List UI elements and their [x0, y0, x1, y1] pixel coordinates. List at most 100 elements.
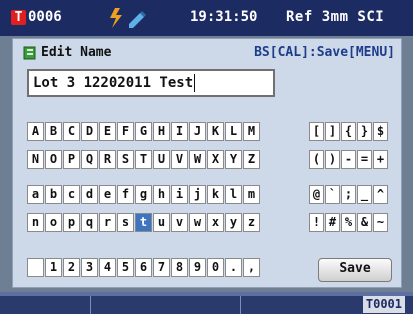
key-upper-row2[interactable]: N	[27, 150, 44, 169]
key-sym-row3[interactable]: @	[309, 185, 324, 204]
key-upper-row1[interactable]: I	[171, 122, 188, 141]
key-lower-row1[interactable]: k	[207, 185, 224, 204]
key-digits-row[interactable]: 5	[117, 258, 134, 277]
key-upper-row2[interactable]: P	[63, 150, 80, 169]
key-upper-row2[interactable]: R	[99, 150, 116, 169]
key-upper-row1[interactable]: F	[117, 122, 134, 141]
key-sym-row4[interactable]: !	[309, 213, 324, 232]
key-digits-row[interactable]: 6	[135, 258, 152, 277]
key-digits-row[interactable]: .	[225, 258, 242, 277]
key-upper-row1[interactable]: C	[63, 122, 80, 141]
key-upper-row2[interactable]: Y	[225, 150, 242, 169]
pencil-icon	[129, 11, 146, 28]
key-upper-row1[interactable]: D	[81, 122, 98, 141]
name-input[interactable]: Lot 3 12202011 Test	[27, 69, 275, 97]
key-lower-row1[interactable]: b	[45, 185, 62, 204]
key-sym-row3[interactable]: `	[325, 185, 340, 204]
key-upper-row2[interactable]: V	[171, 150, 188, 169]
status-bar: T 0006 19:31:50 Ref 3mm SCI	[0, 0, 413, 36]
key-upper-row1[interactable]: K	[207, 122, 224, 141]
key-upper-row2[interactable]: W	[189, 150, 206, 169]
key-digits-row[interactable]: ,	[243, 258, 260, 277]
key-sym-row4[interactable]: &	[357, 213, 372, 232]
key-upper-row1[interactable]: B	[45, 122, 62, 141]
key-lower-row1[interactable]: e	[99, 185, 116, 204]
key-sym-row2[interactable]: (	[309, 150, 324, 169]
key-lower-row2[interactable]: q	[81, 213, 98, 232]
key-lower-row1[interactable]: f	[117, 185, 134, 204]
key-digits-row[interactable]: 8	[171, 258, 188, 277]
key-hint: BS[CAL]:Save[MENU]	[254, 45, 395, 60]
key-lower-row2[interactable]: t	[135, 213, 152, 232]
key-sym-row1[interactable]: [	[309, 122, 324, 141]
key-sym-row2[interactable]: +	[373, 150, 388, 169]
key-lower-row2[interactable]: n	[27, 213, 44, 232]
key-lower-row1[interactable]: d	[81, 185, 98, 204]
key-upper-row2[interactable]: Z	[243, 150, 260, 169]
save-button[interactable]: Save	[318, 258, 392, 282]
key-upper-row2[interactable]: S	[117, 150, 134, 169]
key-lower-row1[interactable]: c	[63, 185, 80, 204]
key-upper-row2[interactable]: O	[45, 150, 62, 169]
key-lower-row1[interactable]: i	[171, 185, 188, 204]
key-lower-row1[interactable]: g	[135, 185, 152, 204]
key-sym-row3[interactable]: _	[357, 185, 372, 204]
key-upper-row2[interactable]: Q	[81, 150, 98, 169]
key-lower-row1[interactable]: l	[225, 185, 242, 204]
key-digits-row[interactable]: 9	[189, 258, 206, 277]
key-lower-row1[interactable]: h	[153, 185, 170, 204]
key-upper-row1[interactable]: L	[225, 122, 242, 141]
key-lower-row2[interactable]: p	[63, 213, 80, 232]
key-upper-row1[interactable]: E	[99, 122, 116, 141]
key-lower-row1[interactable]: m	[243, 185, 260, 204]
key-lower-row1[interactable]: a	[27, 185, 44, 204]
key-digits-row[interactable]: 0	[207, 258, 224, 277]
dialog-title: Edit Name	[23, 45, 111, 60]
key-digits-row[interactable]: 2	[63, 258, 80, 277]
key-sym-row2[interactable]: )	[325, 150, 340, 169]
key-digits-row[interactable]: 1	[45, 258, 62, 277]
key-lower-row2[interactable]: x	[207, 213, 224, 232]
key-sym-row4[interactable]: ~	[373, 213, 388, 232]
edit-name-dialog: Edit Name BS[CAL]:Save[MENU] Lot 3 12202…	[12, 38, 402, 288]
footer-accent-line	[0, 292, 413, 296]
key-sym-row2[interactable]: =	[357, 150, 372, 169]
key-sym-row3[interactable]: ;	[341, 185, 356, 204]
key-lower-row2[interactable]: u	[153, 213, 170, 232]
key-digits-row[interactable]	[27, 258, 44, 277]
key-digits-row[interactable]: 3	[81, 258, 98, 277]
key-upper-row1[interactable]: G	[135, 122, 152, 141]
key-upper-row1[interactable]: M	[243, 122, 260, 141]
key-digits-row[interactable]: 7	[153, 258, 170, 277]
key-lower-row2[interactable]: s	[117, 213, 134, 232]
key-sym-row4[interactable]: %	[341, 213, 356, 232]
key-lower-row2[interactable]: y	[225, 213, 242, 232]
key-lower-row2[interactable]: w	[189, 213, 206, 232]
key-sym-row1[interactable]: $	[373, 122, 388, 141]
footer-divider	[240, 296, 241, 314]
key-sym-row1[interactable]: ]	[325, 122, 340, 141]
key-lower-row1[interactable]: j	[189, 185, 206, 204]
key-lower-row2[interactable]: v	[171, 213, 188, 232]
key-upper-row1[interactable]: H	[153, 122, 170, 141]
key-sym-row1[interactable]: }	[357, 122, 372, 141]
key-sym-row3[interactable]: ^	[373, 185, 388, 204]
footer-bar: T0001	[0, 292, 413, 314]
footer-divider	[90, 296, 91, 314]
key-upper-row2[interactable]: U	[153, 150, 170, 169]
key-upper-row1[interactable]: J	[189, 122, 206, 141]
dialog-title-text: Edit Name	[41, 45, 112, 60]
key-sym-row4[interactable]: #	[325, 213, 340, 232]
reference-info: Ref 3mm SCI	[286, 9, 385, 25]
key-sym-row1[interactable]: {	[341, 122, 356, 141]
key-upper-row1[interactable]: A	[27, 122, 44, 141]
key-upper-row2[interactable]: X	[207, 150, 224, 169]
clock-time: 19:31:50	[190, 9, 258, 25]
key-sym-row2[interactable]: -	[341, 150, 356, 169]
key-lower-row2[interactable]: o	[45, 213, 62, 232]
notebook-icon	[23, 46, 36, 59]
key-digits-row[interactable]: 4	[99, 258, 116, 277]
key-upper-row2[interactable]: T	[135, 150, 152, 169]
key-lower-row2[interactable]: r	[99, 213, 116, 232]
key-lower-row2[interactable]: z	[243, 213, 260, 232]
